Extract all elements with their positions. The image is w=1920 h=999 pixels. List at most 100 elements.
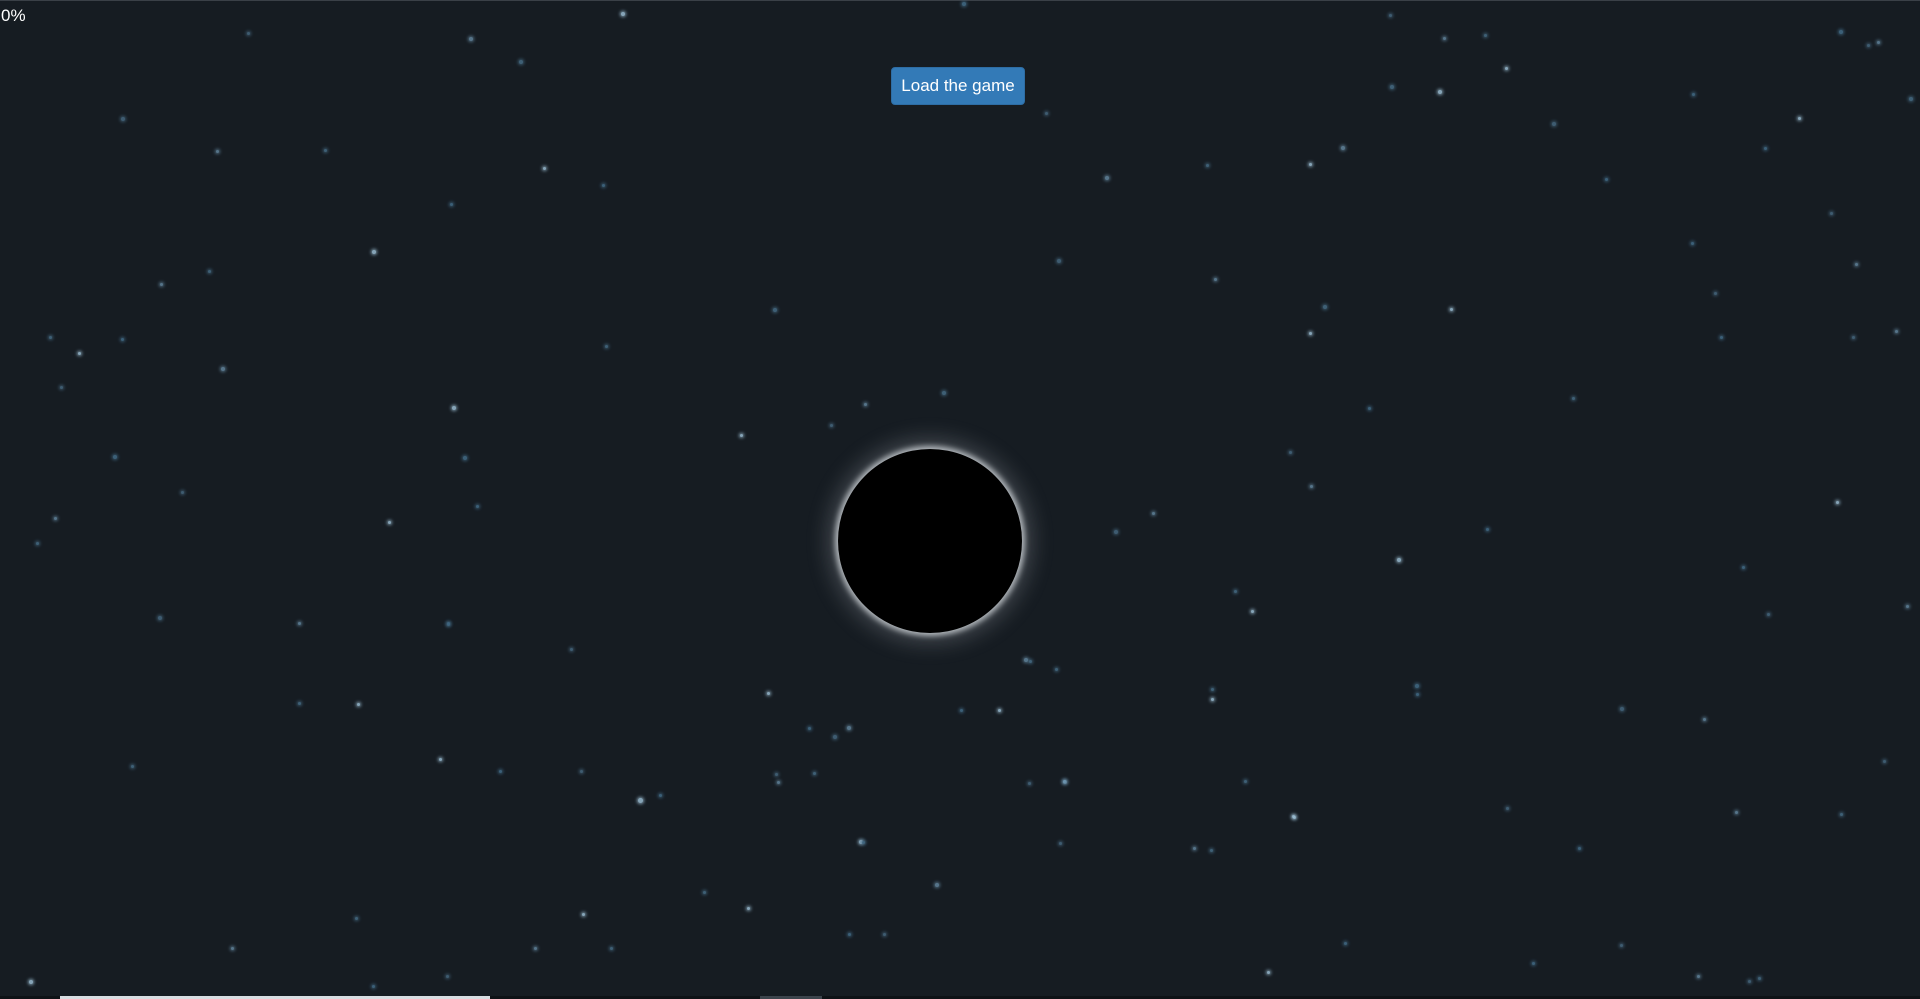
star-icon — [36, 542, 39, 545]
star-icon — [830, 424, 833, 427]
star-icon — [357, 703, 360, 706]
star-icon — [1692, 93, 1695, 96]
star-icon — [1767, 613, 1770, 616]
star-icon — [1855, 263, 1858, 266]
star-icon — [1397, 558, 1401, 562]
star-icon — [1057, 259, 1061, 263]
star-icon — [998, 709, 1001, 712]
star-icon — [1620, 944, 1623, 947]
star-icon — [935, 883, 939, 887]
star-icon — [1758, 977, 1761, 980]
star-icon — [1210, 849, 1213, 852]
star-icon — [1289, 451, 1292, 454]
star-icon — [247, 32, 250, 35]
star-icon — [158, 616, 162, 620]
star-icon — [1748, 980, 1751, 983]
star-icon — [1867, 44, 1870, 47]
star-icon — [621, 12, 625, 16]
star-icon — [324, 149, 327, 152]
star-icon — [862, 841, 865, 844]
star-icon — [1620, 707, 1624, 711]
star-icon — [1028, 782, 1031, 785]
star-icon — [1703, 718, 1706, 721]
star-icon — [1830, 212, 1833, 215]
star-icon — [131, 765, 134, 768]
star-icon — [439, 758, 442, 761]
star-icon — [833, 735, 837, 739]
black-hole-icon — [838, 449, 1022, 633]
star-icon — [1895, 330, 1898, 333]
star-icon — [703, 891, 706, 894]
star-icon — [1045, 112, 1048, 115]
star-icon — [582, 913, 585, 916]
star-icon — [1244, 780, 1247, 783]
star-icon — [1697, 975, 1700, 978]
star-icon — [767, 692, 770, 695]
star-icon — [1267, 971, 1270, 974]
star-icon — [1024, 658, 1028, 662]
star-icon — [605, 345, 608, 348]
star-icon — [570, 648, 573, 651]
star-icon — [1450, 308, 1453, 311]
star-icon — [659, 794, 662, 797]
star-icon — [1341, 146, 1345, 150]
star-icon — [1390, 85, 1394, 89]
star-icon — [1720, 336, 1723, 339]
star-icon — [78, 352, 81, 355]
star-icon — [1840, 813, 1843, 816]
star-icon — [1578, 847, 1581, 850]
star-icon — [1486, 528, 1489, 531]
star-icon — [1742, 566, 1745, 569]
star-icon — [808, 727, 811, 730]
star-icon — [1389, 14, 1392, 17]
star-icon — [216, 150, 219, 153]
star-icon — [1764, 147, 1767, 150]
star-icon — [372, 985, 375, 988]
loading-progress-percent: 0% — [1, 6, 26, 25]
star-icon — [1214, 278, 1217, 281]
star-icon — [121, 338, 124, 341]
star-icon — [602, 184, 605, 187]
star-icon — [113, 455, 117, 459]
star-icon — [883, 933, 886, 936]
star-icon — [962, 2, 966, 6]
star-icon — [447, 622, 450, 625]
star-icon — [813, 772, 816, 775]
star-icon — [450, 203, 453, 206]
star-icon — [773, 308, 777, 312]
star-icon — [1059, 842, 1062, 845]
star-icon — [580, 770, 583, 773]
star-icon — [355, 917, 358, 920]
star-icon — [1234, 590, 1237, 593]
star-icon — [1552, 122, 1556, 126]
star-icon — [1505, 67, 1508, 70]
load-game-button[interactable]: Load the game — [891, 67, 1025, 105]
star-icon — [1798, 117, 1801, 120]
star-icon — [1323, 305, 1327, 309]
star-icon — [121, 117, 125, 121]
star-icon — [1691, 242, 1694, 245]
star-icon — [1839, 30, 1843, 34]
star-icon — [519, 60, 523, 64]
star-icon — [1368, 407, 1371, 410]
star-icon — [54, 517, 57, 520]
star-icon — [848, 933, 851, 936]
star-icon — [1415, 684, 1419, 688]
star-icon — [1251, 610, 1254, 613]
star-icon — [208, 270, 211, 273]
star-icon — [60, 386, 63, 389]
game-stage: 0% Load the game — [0, 0, 1920, 999]
star-icon — [499, 770, 502, 773]
star-icon — [231, 947, 234, 950]
star-icon — [446, 975, 449, 978]
star-icon — [610, 947, 613, 950]
star-icon — [777, 781, 780, 784]
star-icon — [1438, 90, 1442, 94]
star-icon — [1193, 847, 1196, 850]
star-icon — [1206, 164, 1209, 167]
star-icon — [1310, 485, 1313, 488]
star-icon — [1877, 41, 1880, 44]
star-icon — [298, 702, 301, 705]
star-icon — [1572, 397, 1575, 400]
star-icon — [747, 907, 750, 910]
